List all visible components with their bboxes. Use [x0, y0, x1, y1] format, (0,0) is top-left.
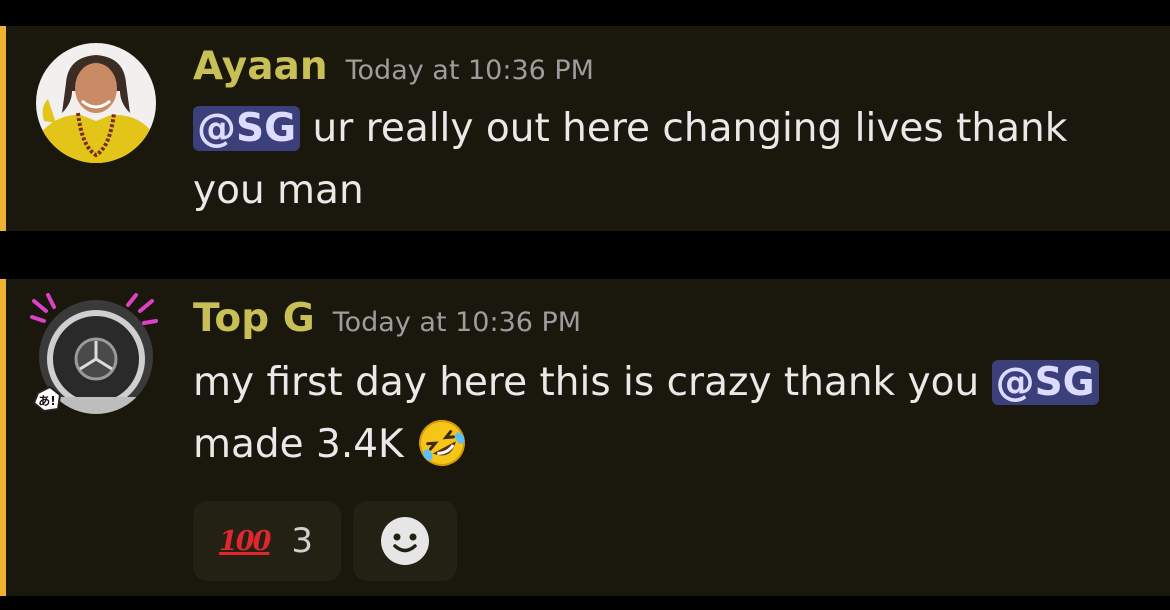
message-content: my first day here this is crazy thank yo…	[193, 352, 1123, 476]
rofl-emoji	[416, 417, 468, 469]
reaction-count: 3	[291, 521, 314, 561]
message-text: my first day here this is crazy thank yo…	[193, 360, 992, 405]
username[interactable]: Ayaan	[193, 44, 328, 89]
add-reaction-button[interactable]	[353, 501, 457, 581]
message-text: made 3.4K	[193, 422, 417, 467]
message-content: @SG ur really out here changing lives th…	[193, 98, 1123, 222]
user-mention[interactable]: @SG	[991, 360, 1099, 405]
highlight-bar	[0, 279, 6, 596]
timestamp: Today at 10:36 PM	[332, 307, 582, 338]
message-ayaan[interactable]: Ayaan Today at 10:36 PM @SG ur really out…	[0, 26, 1170, 231]
reaction-hundred[interactable]: 100 3	[193, 501, 341, 581]
user-mention[interactable]: @SG	[193, 106, 301, 151]
avatar-ayaan[interactable]	[36, 43, 156, 163]
message-header: Ayaan Today at 10:36 PM	[193, 44, 594, 89]
reactions-bar: 100 3	[193, 501, 457, 581]
message-header: Top G Today at 10:36 PM	[193, 296, 581, 341]
add-reaction-icon	[381, 517, 429, 565]
message-top-g[interactable]: あ! Top G Today at 10:36 PM my first day h…	[0, 279, 1170, 596]
username[interactable]: Top G	[193, 296, 315, 341]
hundred-points-icon: 100	[219, 525, 271, 557]
highlight-bar	[0, 26, 6, 231]
message-text: ur really out here changing lives thank …	[193, 106, 1068, 213]
avatar-top-g[interactable]: あ!	[30, 293, 158, 417]
timestamp: Today at 10:36 PM	[345, 55, 594, 86]
svg-text:あ!: あ!	[38, 394, 55, 408]
